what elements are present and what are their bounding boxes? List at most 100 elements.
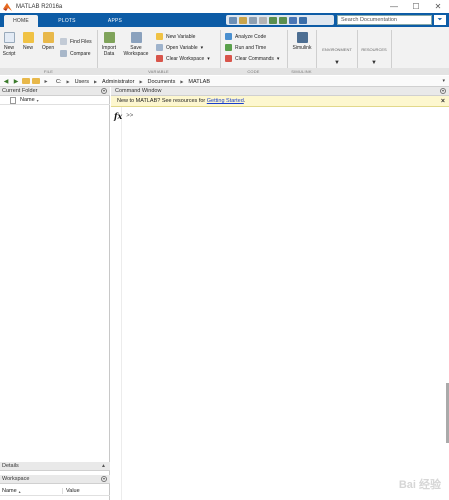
breadcrumb-item[interactable]: MATLAB (188, 79, 210, 85)
resources-button[interactable]: RESOURCES ▼ (358, 47, 390, 66)
chevron-up-icon[interactable]: ▲ (101, 462, 106, 471)
group-separator (287, 30, 288, 71)
group-label-variable: VARIABLE (148, 69, 169, 74)
group-label-code: CODE (247, 69, 260, 74)
workspace-title: Workspace (2, 476, 30, 482)
sort-chevron-icon: ▾ (36, 97, 39, 103)
new-button[interactable]: New (20, 32, 36, 51)
simulink-button[interactable]: Simulink (291, 32, 313, 51)
copy-icon[interactable] (249, 16, 257, 24)
left-panels: Current Folder ▾ Name ▾ Details ▲ Worksp… (0, 87, 110, 500)
save-workspace-icon (130, 32, 142, 43)
analyze-code-button[interactable]: Analyze Code (225, 32, 266, 41)
address-dropdown-icon[interactable]: ▾ (442, 78, 445, 84)
matlab-logo-icon (3, 2, 12, 11)
group-separator (391, 30, 392, 71)
name-column-header[interactable]: Name (20, 97, 35, 103)
filter-icon[interactable]: ⏷ (434, 15, 446, 25)
compare-button[interactable]: Compare (60, 49, 91, 58)
chevron-down-icon: ▼ (334, 60, 340, 66)
ribbon-group-labels: FILE VARIABLE CODE SIMULINK (0, 68, 449, 75)
workspace-name-column[interactable]: Name (2, 488, 17, 494)
group-separator (316, 30, 317, 71)
breadcrumb-item[interactable]: Administrator (102, 79, 134, 85)
close-icon[interactable]: × (441, 96, 445, 107)
switch-windows-icon[interactable] (289, 16, 297, 24)
details-header[interactable]: Details ▲ (0, 462, 110, 471)
back-arrow-icon[interactable]: ◀ (2, 77, 10, 85)
banner-text: New to MATLAB? See resources for (117, 98, 207, 104)
find-files-button[interactable]: Find Files (60, 37, 92, 46)
breadcrumb: C: ▶ Users ▶ Administrator ▶ Documents ▶… (56, 76, 210, 87)
prompt-symbol: >> (126, 113, 134, 119)
command-prompt[interactable]: fx >> (114, 111, 133, 121)
chevron-down-icon: ▼ (371, 60, 377, 66)
panel-actions-icon[interactable]: ▾ (101, 476, 107, 482)
up-folder-icon[interactable] (22, 78, 30, 84)
new-variable-button[interactable]: New Variable (156, 32, 195, 41)
address-bar: ◀ ▶ ▸ C: ▶ Users ▶ Administrator ▶ Docum… (0, 76, 449, 87)
clear-commands-icon (225, 55, 232, 62)
quick-access-toolbar (226, 15, 334, 25)
group-label-file: FILE (43, 69, 54, 74)
browse-folder-icon[interactable] (32, 78, 40, 84)
paste-icon[interactable] (259, 16, 267, 24)
sort-chevron-icon: ▴ (18, 488, 21, 494)
clear-commands-button[interactable]: Clear Commands ▾ (225, 54, 279, 63)
getting-started-banner: New to MATLAB? See resources for Getting… (111, 96, 449, 107)
run-and-time-icon (225, 44, 232, 51)
breadcrumb-item[interactable]: Documents (148, 79, 176, 85)
redo-icon[interactable] (279, 16, 287, 24)
chevron-down-icon: ▾ (200, 44, 204, 51)
workspace-header: Workspace ▾ (0, 475, 110, 484)
close-button[interactable]: ✕ (427, 0, 449, 13)
import-data-button[interactable]: Import Data (100, 32, 118, 57)
breadcrumb-arrow-icon: ▶ (66, 79, 70, 84)
panel-actions-icon[interactable]: ▾ (101, 88, 107, 94)
breadcrumb-arrow-icon: ▶ (139, 79, 143, 84)
maximize-button[interactable]: ☐ (405, 0, 427, 13)
undo-icon[interactable] (269, 16, 277, 24)
new-script-button[interactable]: New Script (1, 32, 17, 57)
details-title: Details (2, 463, 19, 469)
tab-plots[interactable]: PLOTS (52, 15, 82, 27)
save-icon[interactable] (229, 16, 237, 24)
cut-icon[interactable] (239, 16, 247, 24)
run-and-time-button[interactable]: Run and Time (225, 43, 266, 52)
group-separator (97, 30, 98, 71)
tab-apps[interactable]: APPS (100, 15, 130, 27)
environment-button[interactable]: ENVIRONMENT ▼ (318, 47, 356, 66)
command-window-title: Command Window (115, 88, 162, 94)
clear-workspace-button[interactable]: Clear Workspace ▾ (156, 54, 210, 63)
open-variable-icon (156, 44, 163, 51)
panel-actions-icon[interactable]: ▾ (440, 88, 446, 94)
new-variable-icon (156, 33, 163, 40)
breadcrumb-arrow-icon: ▶ (180, 79, 184, 84)
search-documentation-input[interactable]: Search Documentation (337, 15, 432, 25)
breadcrumb-item[interactable]: Users (75, 79, 89, 85)
banner-end: . (243, 98, 246, 104)
group-label-simulink: SIMULINK (291, 69, 312, 74)
open-variable-button[interactable]: Open Variable ▾ (156, 43, 203, 52)
workspace-column-header: Name ▴ Value (0, 487, 110, 496)
forward-arrow-icon[interactable]: ▶ (12, 77, 20, 85)
group-separator (220, 30, 221, 71)
analyze-code-icon (225, 33, 232, 40)
workspace-value-column[interactable]: Value (62, 488, 80, 494)
new-icon (22, 32, 34, 43)
tab-home[interactable]: HOME (4, 15, 38, 27)
open-button[interactable]: Open (40, 32, 56, 51)
new-script-icon (3, 32, 15, 43)
breadcrumb-item[interactable]: C: (56, 79, 62, 85)
minimize-button[interactable]: — (383, 0, 405, 13)
function-browser-icon[interactable]: fx (114, 111, 122, 121)
breadcrumb-arrow-icon: ▶ (93, 79, 98, 84)
save-workspace-button[interactable]: Save Workspace (122, 32, 150, 57)
chevron-down-icon: ▾ (276, 55, 280, 62)
simulink-icon (296, 32, 308, 43)
help-icon[interactable] (299, 16, 307, 24)
command-window: Command Window ▾ New to MATLAB? See reso… (111, 87, 449, 500)
clear-workspace-icon (156, 55, 163, 62)
getting-started-link[interactable]: Getting Started (207, 98, 244, 104)
title-bar: MATLAB R2016a — ☐ ✕ (0, 0, 449, 13)
